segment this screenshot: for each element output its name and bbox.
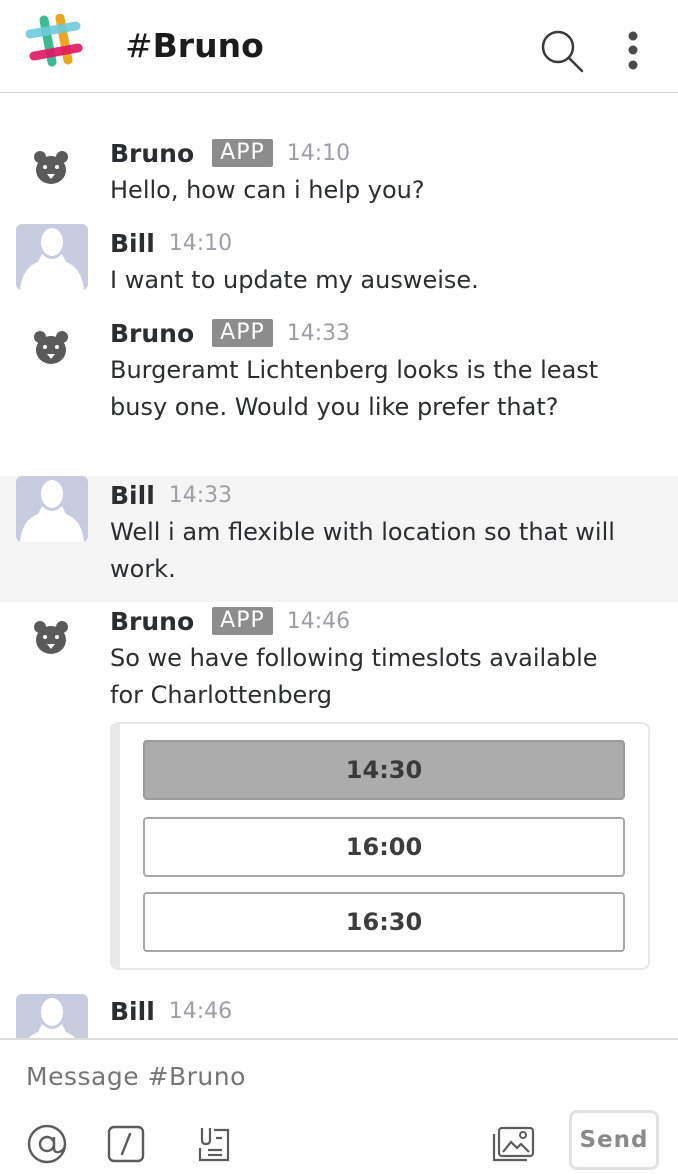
app-badge: APP (212, 139, 273, 167)
image-upload-icon[interactable] (490, 1122, 536, 1166)
message-author[interactable]: Bruno (110, 607, 194, 636)
message-header: Bruno APP 14:46 (110, 604, 350, 638)
message-header: Bill 14:46 (110, 994, 232, 1028)
user-avatar[interactable] (16, 224, 88, 290)
message-time: 14:46 (286, 608, 351, 634)
message-item: Bruno APP 14:33 Burgeramt Lichtenberg lo… (0, 314, 678, 476)
message-item: Bruno APP 14:10 Hello, how can i help yo… (0, 94, 678, 224)
user-avatar[interactable] (16, 476, 88, 542)
timeslot-button-1630[interactable]: 16:30 (143, 892, 625, 952)
message-time: 14:10 (286, 140, 351, 166)
channel-header: #Bruno (0, 0, 678, 93)
message-input[interactable] (26, 1058, 646, 1094)
message-item: Bill 14:10 I want to update my ausweise. (0, 224, 678, 314)
timeslot-button-1600[interactable]: 16:00 (143, 817, 625, 877)
message-text: Burgeramt Lichtenberg looks is the least… (110, 356, 599, 421)
channel-name: Bruno (152, 26, 264, 65)
message-time: 14:46 (168, 998, 233, 1024)
timeslot-attachment: 14:30 16:00 16:30 (110, 722, 650, 970)
at-mention-icon[interactable] (24, 1122, 70, 1166)
message-header: Bruno APP 14:33 (110, 316, 350, 350)
slack-logo-icon[interactable] (24, 13, 84, 70)
more-vertical-icon[interactable] (616, 28, 650, 76)
message-author[interactable]: Bill (110, 481, 155, 510)
message-header: Bill 14:10 (110, 226, 232, 260)
bear-bot-icon[interactable] (33, 620, 69, 656)
user-avatar[interactable] (16, 994, 88, 1038)
attachment-bar (112, 724, 120, 968)
message-time: 14:33 (168, 482, 233, 508)
message-composer: Send (0, 1038, 678, 1174)
message-author[interactable]: Bill (110, 229, 155, 258)
app-badge: APP (212, 607, 273, 635)
message-author[interactable]: Bill (110, 997, 155, 1026)
message-header: Bruno APP 14:10 (110, 136, 350, 170)
message-text: So we have following timeslots available… (110, 644, 598, 709)
message-header: Bill 14:33 (110, 478, 232, 512)
message-list[interactable]: Bruno APP 14:10 Hello, how can i help yo… (0, 94, 678, 1038)
channel-hash: # (125, 26, 153, 65)
bear-bot-icon[interactable] (33, 330, 69, 366)
bear-bot-icon[interactable] (33, 150, 69, 186)
slash-command-icon[interactable] (106, 1122, 146, 1166)
message-author[interactable]: Bruno (110, 319, 194, 348)
snippet-icon[interactable] (194, 1122, 234, 1166)
message-item: Bill 14:33 Well i am flexible with locat… (0, 476, 678, 602)
app-badge: APP (212, 319, 273, 347)
message-text: Hello, how can i help you? (110, 176, 425, 204)
search-icon[interactable] (538, 28, 586, 76)
message-time: 14:33 (286, 320, 351, 346)
timeslot-button-1430[interactable]: 14:30 (143, 740, 625, 800)
message-text: Well i am flexible with location so that… (110, 518, 615, 583)
message-author[interactable]: Bruno (110, 139, 194, 168)
message-text: I want to update my ausweise. (110, 266, 479, 294)
message-item: Bill 14:46 (0, 994, 678, 1038)
send-button[interactable]: Send (569, 1110, 659, 1170)
message-time: 14:10 (168, 230, 233, 256)
channel-title: #Bruno (125, 24, 264, 68)
